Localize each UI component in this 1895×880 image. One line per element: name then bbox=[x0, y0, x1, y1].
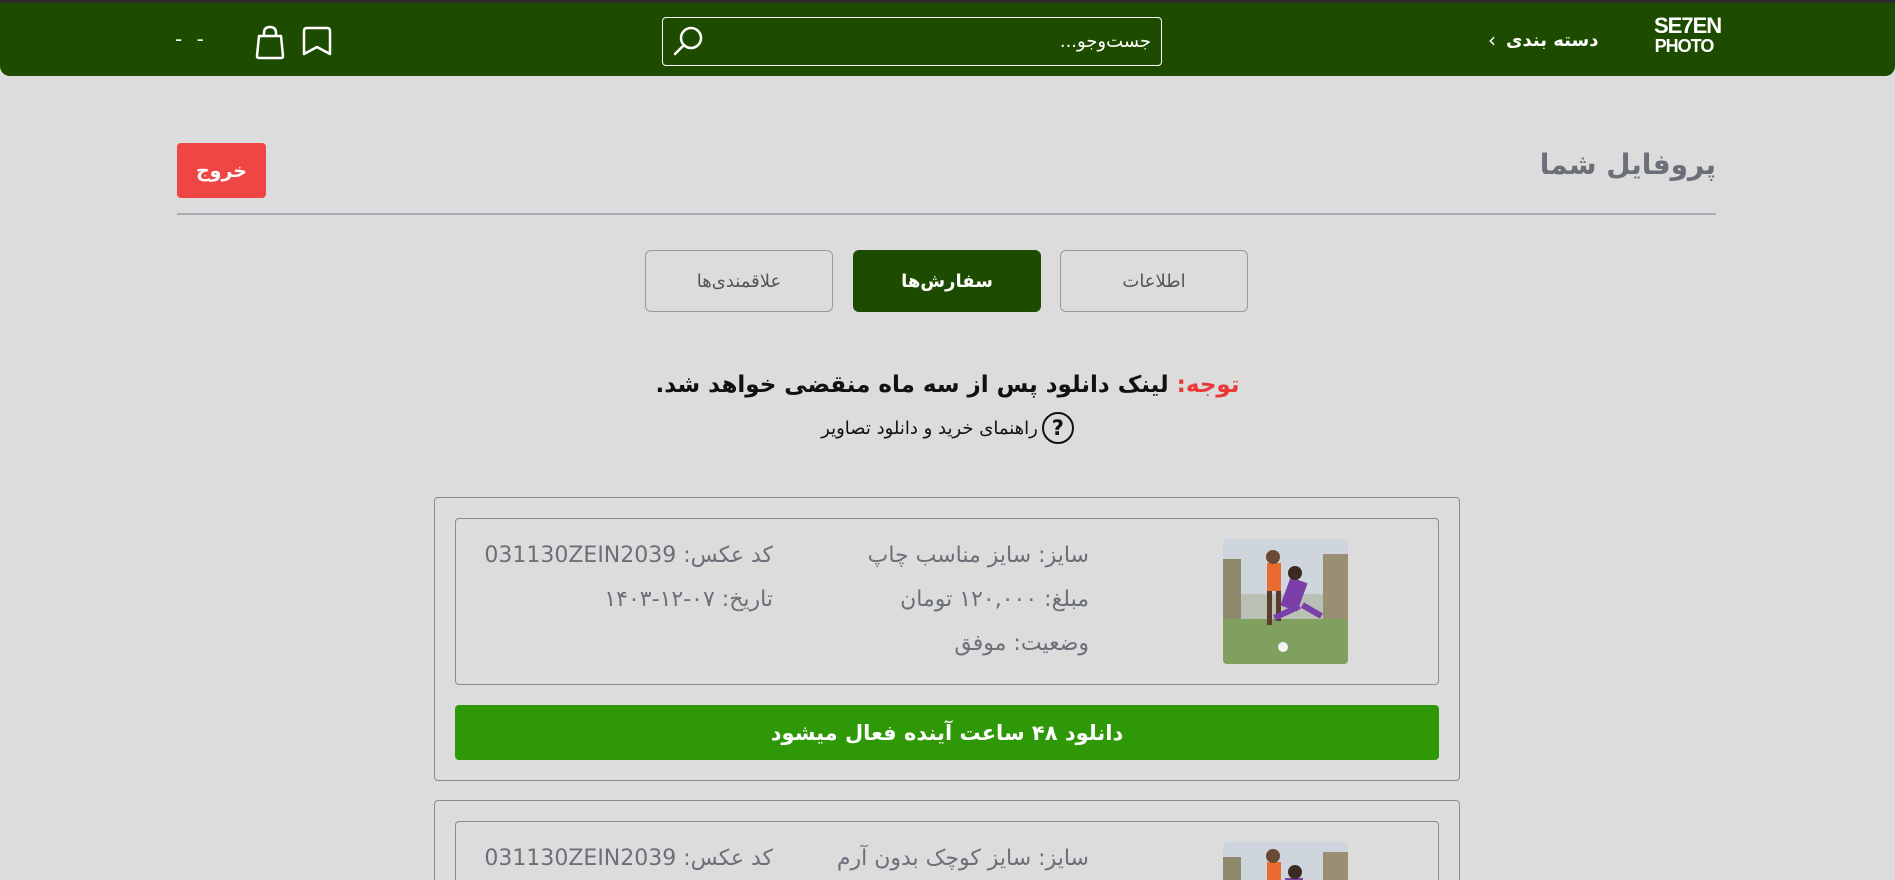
notice-message: لینک دانلود پس از سه ماه منقضی خواهد شد. bbox=[655, 372, 1169, 398]
tab-favorites[interactable]: علاقمندی‌ها bbox=[645, 250, 833, 312]
order-date: تاریخ: ۰۷-۱۲-۱۴۰۳ bbox=[604, 587, 773, 612]
order-size: سایز: سایز کوچک بدون آرم bbox=[836, 846, 1089, 871]
download-button[interactable]: دانلود ۴۸ ساعت آینده فعال میشود bbox=[455, 705, 1439, 760]
page-title: پروفایل شما bbox=[1539, 148, 1716, 181]
search-input[interactable] bbox=[707, 18, 1151, 64]
title-divider bbox=[177, 213, 1716, 215]
user-menu[interactable]: - - bbox=[175, 27, 208, 51]
tab-info[interactable]: اطلاعات bbox=[1060, 250, 1248, 312]
order-card: سایز: سایز کوچک بدون آرم کد عکس: 031130Z… bbox=[434, 800, 1460, 880]
category-menu-button[interactable]: ‹ دسته بندی bbox=[1488, 25, 1598, 55]
order-photo-thumbnail[interactable] bbox=[1223, 842, 1348, 880]
site-logo[interactable]: SE7EN PHOTO bbox=[1654, 13, 1722, 67]
order-card: سایز: سایز مناسب چاپ مبلغ: ۱۲۰,۰۰۰ تومان… bbox=[434, 497, 1460, 781]
order-photo-code: کد عکس: 031130ZEIN2039 bbox=[484, 846, 773, 871]
order-photo-thumbnail[interactable] bbox=[1223, 539, 1348, 664]
site-header: SE7EN PHOTO ‹ دسته بندی - - bbox=[0, 3, 1895, 76]
logout-button[interactable]: خروج bbox=[177, 143, 266, 198]
help-icon: ? bbox=[1041, 412, 1074, 444]
notice-warn-label: توجه: bbox=[1176, 372, 1240, 398]
expiry-notice: توجه: لینک دانلود پس از سه ماه منقضی خوا… bbox=[400, 372, 1495, 398]
guide-text: راهنمای خرید و دانلود تصاویر bbox=[821, 417, 1038, 439]
logo-bottom: PHOTO bbox=[1654, 36, 1715, 56]
order-price: مبلغ: ۱۲۰,۰۰۰ تومان bbox=[900, 587, 1089, 612]
shopping-bag-icon[interactable] bbox=[253, 24, 287, 60]
order-status: وضعیت: موفق bbox=[954, 631, 1089, 656]
search-icon[interactable] bbox=[671, 24, 705, 58]
order-details: سایز: سایز مناسب چاپ مبلغ: ۱۲۰,۰۰۰ تومان… bbox=[455, 518, 1439, 685]
bookmark-icon[interactable] bbox=[300, 24, 334, 60]
order-photo-code: کد عکس: 031130ZEIN2039 bbox=[484, 543, 773, 568]
order-details: سایز: سایز کوچک بدون آرم کد عکس: 031130Z… bbox=[455, 821, 1439, 880]
chevron-left-icon: ‹ bbox=[1488, 28, 1496, 52]
search-box bbox=[662, 17, 1162, 66]
category-label: دسته بندی bbox=[1506, 29, 1599, 51]
tab-orders[interactable]: سفارش‌ها bbox=[853, 250, 1041, 312]
logo-top: SE7EN bbox=[1654, 13, 1722, 38]
purchase-guide-link[interactable]: ? راهنمای خرید و دانلود تصاویر bbox=[700, 411, 1195, 445]
order-size: سایز: سایز مناسب چاپ bbox=[867, 543, 1089, 568]
